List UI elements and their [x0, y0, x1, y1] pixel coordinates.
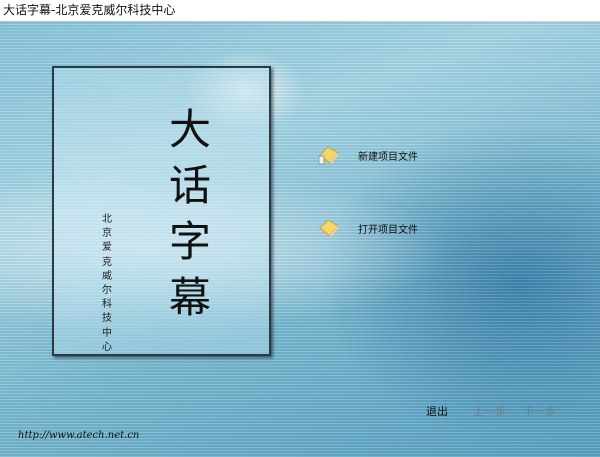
new-book-icon	[318, 145, 340, 165]
main-area: 大 话 字 幕 北京爱克威尔科技中心 新建项目文件 打开项目文件 退出 上一步 …	[0, 21, 600, 457]
cover-title-char: 话	[168, 161, 211, 210]
cover-panel: 大 话 字 幕 北京爱克威尔科技中心	[52, 66, 271, 356]
cover-title-char: 大	[168, 105, 211, 154]
open-project-label: 打开项目文件	[358, 224, 418, 236]
new-project-label: 新建项目文件	[358, 151, 418, 163]
prev-step-button[interactable]: 上一步	[473, 403, 506, 419]
cover-subtitle: 北京爱克威尔科技中心	[102, 214, 112, 353]
cover-title-char: 幕	[168, 273, 211, 322]
new-project-button[interactable]: 新建项目文件	[318, 145, 418, 165]
open-book-icon	[318, 218, 340, 238]
open-project-button[interactable]: 打开项目文件	[318, 218, 418, 238]
website-link[interactable]: http://www.atech.net.cn	[18, 430, 139, 441]
next-step-button[interactable]: 下一步	[523, 403, 556, 419]
window-title: 大话字幕-北京爱克威尔科技中心	[0, 0, 600, 21]
cover-title-char: 字	[168, 217, 211, 266]
exit-button[interactable]: 退出	[426, 403, 448, 419]
